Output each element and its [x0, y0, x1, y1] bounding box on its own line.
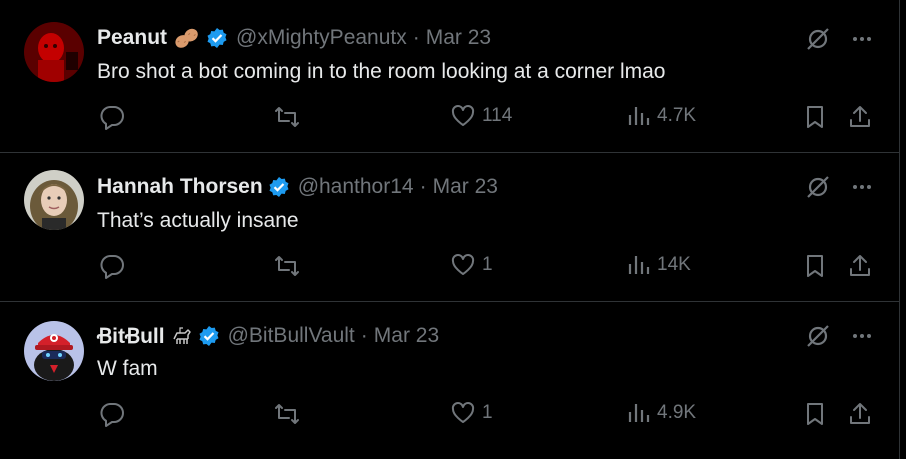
grok-icon[interactable] — [805, 27, 831, 56]
reply-button[interactable] — [99, 253, 131, 279]
handle[interactable]: @xMightyPeanutx — [236, 26, 407, 50]
display-name[interactable]: Hannah Thorsen — [97, 175, 263, 199]
tweet-header: Hannah Thorsen @hanthor14 · Mar 23 — [97, 175, 498, 199]
reply-icon — [99, 253, 125, 279]
tweet-header: Peanut @xMightyPeanutx · Mar 23 — [97, 26, 491, 50]
reply-icon — [99, 104, 125, 130]
more-icon[interactable] — [851, 325, 873, 352]
share-icon — [847, 104, 873, 130]
views-icon — [627, 104, 651, 128]
bookmark-button[interactable] — [803, 401, 827, 427]
like-icon — [450, 253, 476, 277]
more-icon[interactable] — [851, 176, 873, 203]
share-button[interactable] — [847, 401, 873, 427]
tweet-2[interactable]: Hannah Thorsen @hanthor14 · Mar 23 That’… — [0, 153, 899, 302]
retweet-icon — [273, 104, 301, 130]
tweet-1[interactable]: Peanut @xMightyPeanutx · Mar 23 Bro shot… — [0, 0, 899, 153]
grok-icon[interactable] — [805, 175, 831, 204]
tweet-text: Bro shot a bot coming in to the room loo… — [97, 60, 666, 83]
views-icon — [627, 253, 651, 277]
tweet-text: W fam — [97, 357, 158, 380]
share-button[interactable] — [847, 104, 873, 130]
avatar[interactable] — [24, 22, 84, 82]
avatar[interactable] — [24, 170, 84, 230]
tweet-header: ꞖitꞖull @BitBullVault · Mar 23 — [97, 324, 439, 348]
views-button[interactable]: 4.9K — [627, 401, 696, 425]
more-icon[interactable] — [851, 28, 873, 55]
separator: · — [360, 324, 368, 347]
tweet-top-actions — [805, 27, 873, 56]
view-count: 14K — [657, 254, 691, 275]
grok-icon[interactable] — [805, 324, 831, 353]
like-icon — [450, 104, 476, 128]
display-name[interactable]: Peanut — [97, 26, 167, 50]
bookmark-button[interactable] — [803, 253, 827, 279]
like-count: 114 — [482, 105, 513, 126]
tweet-actions: 1 4.9K — [97, 401, 877, 431]
timeline-feed: Peanut @xMightyPeanutx · Mar 23 Bro shot… — [0, 0, 900, 459]
display-name[interactable]: ꞖitꞖull — [97, 322, 165, 350]
tweet-top-actions — [805, 324, 873, 353]
like-icon — [450, 401, 476, 425]
tweet-text: That’s actually insane — [97, 209, 299, 232]
like-count: 1 — [482, 254, 493, 275]
tweet-3[interactable]: ꞖitꞖull @BitBullVault · Mar 23 W fam 1 4… — [0, 302, 899, 459]
retweet-button[interactable] — [273, 401, 307, 427]
verified-badge-icon — [268, 176, 290, 198]
like-count: 1 — [482, 402, 493, 423]
timestamp[interactable]: Mar 23 — [426, 26, 491, 50]
bookmark-icon — [803, 104, 827, 130]
like-button[interactable]: 1 — [450, 253, 493, 277]
views-button[interactable]: 14K — [627, 253, 691, 277]
reply-button[interactable] — [99, 401, 131, 427]
bookmark-icon — [803, 253, 827, 279]
retweet-button[interactable] — [273, 253, 307, 279]
views-button[interactable]: 4.7K — [627, 104, 696, 128]
like-button[interactable]: 1 — [450, 401, 493, 425]
handle[interactable]: @BitBullVault — [228, 324, 355, 348]
handle[interactable]: @hanthor14 — [298, 175, 414, 199]
share-icon — [847, 253, 873, 279]
separator: · — [419, 175, 427, 198]
retweet-icon — [273, 401, 301, 427]
avatar[interactable] — [24, 321, 84, 381]
views-icon — [627, 401, 651, 425]
retweet-button[interactable] — [273, 104, 307, 130]
reply-button[interactable] — [99, 104, 131, 130]
bookmark-button[interactable] — [803, 104, 827, 130]
share-icon — [847, 401, 873, 427]
guide-dog-emoji-icon — [171, 325, 193, 347]
timestamp[interactable]: Mar 23 — [374, 324, 439, 348]
like-button[interactable]: 114 — [450, 104, 512, 128]
tweet-actions: 1 14K — [97, 253, 877, 283]
reply-icon — [99, 401, 125, 427]
verified-badge-icon — [206, 27, 228, 49]
retweet-icon — [273, 253, 301, 279]
timestamp[interactable]: Mar 23 — [433, 175, 498, 199]
separator: · — [412, 26, 420, 49]
tweet-actions: 114 4.7K — [97, 104, 877, 134]
view-count: 4.7K — [657, 105, 697, 126]
view-count: 4.9K — [657, 402, 697, 423]
verified-badge-icon — [198, 325, 220, 347]
bookmark-icon — [803, 401, 827, 427]
peanut-emoji-icon — [173, 27, 201, 49]
tweet-top-actions — [805, 175, 873, 204]
share-button[interactable] — [847, 253, 873, 279]
